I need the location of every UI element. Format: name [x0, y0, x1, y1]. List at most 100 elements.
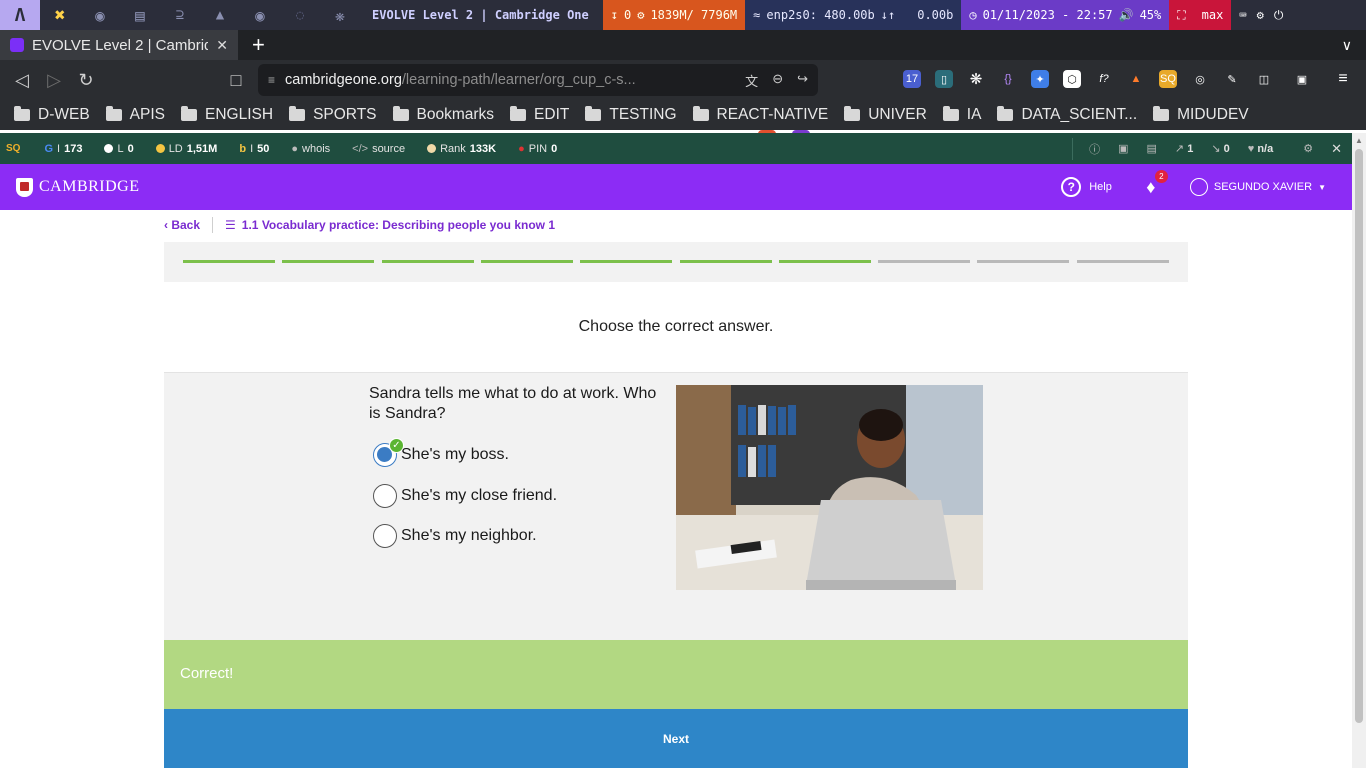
page-scrollbar[interactable]: ▲ [1352, 133, 1366, 768]
answer-option[interactable]: ✓ She's my boss. [373, 438, 509, 467]
wifi-icon: ≈ [753, 8, 761, 22]
new-tab-button[interactable]: + [252, 32, 265, 58]
bookmark-folder[interactable]: IA [942, 106, 981, 124]
workspace-9-react-icon[interactable]: ❋ [320, 0, 360, 30]
sidebar-icon[interactable]: ◫ [1255, 70, 1273, 88]
record-icon[interactable]: ◎ [1191, 70, 1209, 88]
seo-google-index[interactable]: G I 173 [44, 143, 82, 155]
seo-close-icon[interactable]: ✕ [1331, 141, 1342, 157]
layout-widget[interactable]: ⛶ max [1169, 0, 1232, 30]
help-button[interactable]: ? Help [1061, 177, 1112, 197]
bookmark-folder[interactable]: APIS [105, 106, 165, 124]
activity-link[interactable]: ☰ 1.1 Vocabulary practice: Describing peo… [225, 218, 555, 232]
seo-value: 1,51M [186, 142, 218, 155]
list-icon: ☰ [225, 218, 236, 232]
page-icon[interactable]: ▤ [1147, 142, 1157, 155]
bookmark-folder[interactable]: SPORTS [289, 106, 377, 124]
notifications-button[interactable]: ♦ 2 [1140, 170, 1168, 198]
workspace-3-browser-icon[interactable]: ◉ [80, 0, 120, 30]
react-devtools-icon[interactable]: ❋ [967, 70, 985, 88]
workspace-2-vscode-icon[interactable]: ✖ [40, 0, 80, 30]
bookmark-icon[interactable]: □ [220, 64, 252, 96]
next-button[interactable]: Next [164, 709, 1188, 768]
answer-option[interactable]: She's my neighbor. [373, 524, 537, 548]
close-tab-icon[interactable]: ✕ [216, 37, 228, 54]
site-settings-icon[interactable]: ≡ [268, 73, 275, 87]
info-icon[interactable]: ⓘ [1089, 141, 1100, 157]
seo-source[interactable]: </> source [352, 143, 405, 155]
extension-hex-icon[interactable]: ⬡ [1063, 70, 1081, 88]
workspace-4-files-icon[interactable]: ▤ [120, 0, 160, 30]
bookmark-folder[interactable]: D-WEB [14, 106, 90, 124]
power-icon[interactable]: ⏻ [1274, 8, 1284, 23]
back-arrow-icon[interactable]: ◁ [6, 64, 38, 96]
url-domain: cambridgeone.org [285, 72, 402, 88]
bookmark-folder[interactable]: EDIT [510, 106, 569, 124]
bookmark-folder[interactable]: UNIVER [844, 106, 927, 124]
workspace-8-discord-icon[interactable]: ◌ [280, 0, 320, 30]
user-menu[interactable]: SEGUNDO XAVIER ▼ [1189, 178, 1326, 196]
browser-tab-active[interactable]: EVOLVE Level 2 | Cambridge One ✕ [0, 30, 238, 60]
json-icon[interactable]: {} [999, 70, 1017, 88]
seo-bing-index[interactable]: b I 50 [239, 143, 269, 155]
bookmark-label: APIS [129, 106, 165, 123]
network-widget: ≈ enp2s0: 480.00b ↓↑ 0.00b [745, 0, 962, 30]
menu-icon[interactable]: ≡ [1334, 70, 1352, 88]
bookmark-folder[interactable]: TESTING [585, 106, 677, 124]
folder-icon [585, 106, 602, 121]
function-icon[interactable]: f? [1095, 70, 1113, 88]
scroll-up-arrow-icon[interactable]: ▲ [1355, 136, 1363, 145]
person-icon: ● [291, 142, 299, 155]
seo-pin[interactable]: ● PIN 0 [518, 143, 557, 155]
color-picker-icon[interactable]: ✦ [1031, 70, 1049, 88]
bookmark-folder[interactable]: Bookmarks [392, 106, 494, 124]
workspace-5-kdenlive-icon[interactable]: ⊇ [160, 0, 200, 30]
workspace-1-arch-icon[interactable]: Λ [0, 0, 40, 30]
forward-arrow-icon[interactable]: ▷ [38, 64, 70, 96]
divider [212, 217, 214, 233]
seoquake-icon[interactable]: SQ [1159, 70, 1177, 88]
seo-gear-icon[interactable]: ⚙ [1303, 142, 1313, 155]
bookmark-folder[interactable]: REACT-NATIVE [692, 106, 828, 124]
external-links[interactable]: ↗ 1 [1175, 142, 1193, 155]
seo-ld[interactable]: LD 1,51M [155, 142, 218, 155]
workspace-6-vlc-icon[interactable]: ▲ [200, 0, 240, 30]
keyboard-icon[interactable]: ⌨ [1239, 8, 1246, 22]
bookmark-folder[interactable]: ENGLISH [181, 106, 273, 124]
help-label: Help [1089, 181, 1112, 193]
bookmarks-bar: D-WEB APIS ENGLISH SPORTS Bookmarks EDIT… [0, 100, 1366, 130]
wallet-icon[interactable]: ▣ [1293, 70, 1311, 88]
radio-unselected[interactable] [373, 524, 397, 548]
cambridge-logo[interactable]: CAMBRIDGE [16, 177, 140, 197]
internal-links[interactable]: ↘ 0 [1211, 142, 1229, 155]
zoom-icon[interactable]: ⊖ [772, 71, 783, 90]
progress-step-complete [679, 260, 772, 263]
share-icon[interactable]: ↪ [797, 71, 808, 90]
bookmark-folder[interactable]: MIDUDEV [1153, 106, 1249, 124]
workspace-7-spotify-icon[interactable]: ◉ [240, 0, 280, 30]
seo-links[interactable]: L0 [104, 143, 134, 155]
seoquake-logo-icon[interactable]: SQ [6, 143, 20, 154]
status[interactable]: ♥ n/a [1248, 143, 1274, 155]
scrollbar-thumb[interactable] [1355, 149, 1363, 723]
extensions-puzzle-icon[interactable]: ✎ [1223, 70, 1241, 88]
monitor-icon[interactable]: ▣ [1118, 142, 1128, 155]
translate-icon[interactable]: 文 [745, 71, 758, 90]
datetime: 01/11/2023 - 22:57 [982, 8, 1113, 22]
gear-icon[interactable]: ⚙ [1257, 8, 1264, 22]
radio-unselected[interactable] [373, 484, 397, 508]
extension-chart-icon[interactable]: ▯ [935, 70, 953, 88]
seo-whois[interactable]: ● whois [291, 143, 330, 155]
extension-fox-icon[interactable]: ▲ [1127, 70, 1145, 88]
back-link[interactable]: ‹ Back [164, 218, 200, 232]
extension-17-icon[interactable]: 17 [903, 70, 921, 88]
address-bar[interactable]: ≡ cambridgeone.org/learning-path/learner… [258, 64, 818, 96]
answer-option[interactable]: She's my close friend. [373, 484, 557, 508]
reload-icon[interactable]: ↻ [70, 64, 102, 96]
seo-rank[interactable]: Rank 133K [427, 143, 496, 155]
bookmark-folder[interactable]: DATA_SCIENT... [997, 106, 1137, 124]
instruction: Choose the correct answer. [578, 318, 774, 335]
radio-selected[interactable]: ✓ [373, 438, 404, 467]
tab-list-chevron-icon[interactable]: ∨ [1342, 37, 1352, 54]
progress-step-complete [480, 260, 573, 263]
